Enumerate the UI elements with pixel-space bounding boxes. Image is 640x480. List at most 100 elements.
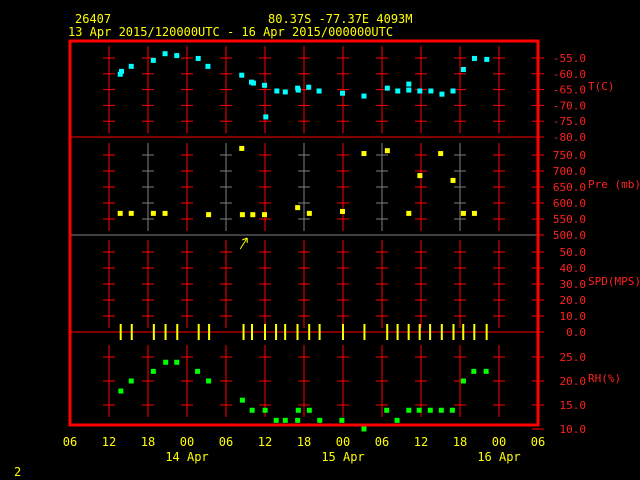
wind-speed-axis-label: SPD(MPS) xyxy=(588,275,640,288)
pressure-point xyxy=(460,210,466,216)
pressure-point xyxy=(239,145,245,151)
wind-speed-mark xyxy=(363,324,366,340)
temperature-point xyxy=(395,88,401,94)
relative-humidity-point xyxy=(249,407,255,413)
temperature-tick-label: -55.0 xyxy=(553,52,586,65)
x-tick-label: 06 xyxy=(375,435,389,449)
x-tick-label: 00 xyxy=(336,435,350,449)
wind-speed-mark xyxy=(164,324,167,340)
x-tick-label: 18 xyxy=(297,435,311,449)
temperature-tick-label: -60.0 xyxy=(553,68,586,81)
relative-humidity-point xyxy=(339,417,345,423)
wind-speed-mark xyxy=(275,324,278,340)
temperature-point xyxy=(274,88,280,94)
relative-humidity-point xyxy=(483,368,489,374)
temperature-point xyxy=(295,87,301,93)
x-tick-label: 06 xyxy=(63,435,77,449)
pressure-point xyxy=(450,177,456,183)
wind-speed-mark xyxy=(242,324,245,340)
wind-speed-mark xyxy=(473,324,476,340)
pressure-point xyxy=(128,210,134,216)
pressure-point xyxy=(250,212,256,218)
temperature-point xyxy=(439,91,445,97)
relative-humidity-point xyxy=(306,407,312,413)
temperature-point xyxy=(384,85,390,91)
temperature-tick-label: -75.0 xyxy=(553,115,586,128)
relative-humidity-tick-label: 25.0 xyxy=(560,351,587,364)
temperature-point xyxy=(150,57,156,63)
pressure-point xyxy=(384,148,390,154)
x-tick-label: 12 xyxy=(414,435,428,449)
date-label: 16 Apr xyxy=(477,450,520,464)
pressure-point xyxy=(162,210,168,216)
relative-humidity-point xyxy=(394,417,400,423)
wind-speed-mark xyxy=(208,324,211,340)
relative-humidity-point xyxy=(150,368,156,374)
x-tick-label: 18 xyxy=(141,435,155,449)
relative-humidity-point xyxy=(174,359,180,365)
temperature-point xyxy=(119,68,124,74)
temperature-point xyxy=(306,84,312,90)
wind-speed-tick-label: 10.0 xyxy=(560,310,587,323)
pressure-point xyxy=(471,210,477,216)
wind-direction-arrow xyxy=(239,237,248,250)
wind-speed-mark xyxy=(485,324,488,340)
temperature-point xyxy=(162,51,168,57)
temperature-point xyxy=(450,88,456,94)
wind-speed-mark xyxy=(318,324,321,340)
wind-speed-mark xyxy=(119,324,122,340)
wind-speed-mark xyxy=(418,324,421,340)
temperature-point xyxy=(406,81,412,87)
x-tick-label: 06 xyxy=(531,435,545,449)
pressure-point xyxy=(306,210,312,216)
relative-humidity-point xyxy=(471,368,477,374)
x-tick-label: 00 xyxy=(180,435,194,449)
x-tick-label: 00 xyxy=(492,435,506,449)
wind-speed-mark xyxy=(176,324,179,340)
date-label: 15 Apr xyxy=(321,450,364,464)
wind-speed-mark xyxy=(296,324,299,340)
temperature-point xyxy=(428,88,434,94)
temperature-point xyxy=(340,90,345,96)
wind-speed-mark xyxy=(407,324,410,340)
temperature-point xyxy=(174,53,180,59)
temperature-point xyxy=(460,67,466,73)
temperature-point xyxy=(239,72,245,78)
station-location: 80.37S -77.37E 4093M xyxy=(268,12,413,26)
wind-speed-mark xyxy=(440,324,443,340)
pressure-point xyxy=(150,210,156,216)
pressure-tick-label: 750.0 xyxy=(553,149,586,162)
relative-humidity-point xyxy=(273,417,279,423)
relative-humidity-point xyxy=(295,407,301,413)
relative-humidity-point xyxy=(295,417,301,423)
wind-speed-mark xyxy=(251,324,253,340)
relative-humidity-point xyxy=(118,388,124,394)
axis-labels: -55.0 -60.0 -65.0 -70.0 -75.0 -80.0 T(C) 750.0 7… xyxy=(63,52,640,464)
pressure-point xyxy=(295,205,301,211)
relative-humidity-point xyxy=(449,407,455,413)
relative-humidity-point xyxy=(384,407,390,413)
x-tick-label: 06 xyxy=(219,435,233,449)
wind-speed-tick-label: 0.0 xyxy=(566,326,586,339)
wind-speed-mark xyxy=(452,324,455,340)
relative-humidity-point xyxy=(128,378,134,384)
pressure-axis-label: Pre (mb) xyxy=(588,178,640,191)
temperature-tick-label: -65.0 xyxy=(553,84,586,97)
relative-humidity-point xyxy=(416,407,422,413)
pressure-point xyxy=(340,208,345,214)
pressure-tick-label: 600.0 xyxy=(553,197,586,210)
relative-humidity-tick-label: 10.0 xyxy=(560,423,587,436)
wind-speed-mark xyxy=(197,324,200,340)
temperature-tick-label: -80.0 xyxy=(553,131,586,144)
time-period: 13 Apr 2015/120000UTC - 16 Apr 2015/0000… xyxy=(68,25,393,39)
wind-speed-mark xyxy=(152,324,155,340)
temperature-point xyxy=(128,63,134,69)
pressure-point xyxy=(438,151,444,157)
pressure-point xyxy=(417,173,423,179)
temperature-point xyxy=(263,114,269,120)
wind-speed-mark xyxy=(462,324,465,340)
pressure-point xyxy=(262,212,267,218)
meteogram-chart: 26407 80.37S -77.37E 4093M 13 Apr 2015/1… xyxy=(14,12,640,479)
wind-speed-mark xyxy=(342,324,344,340)
pressure-point xyxy=(361,151,367,157)
